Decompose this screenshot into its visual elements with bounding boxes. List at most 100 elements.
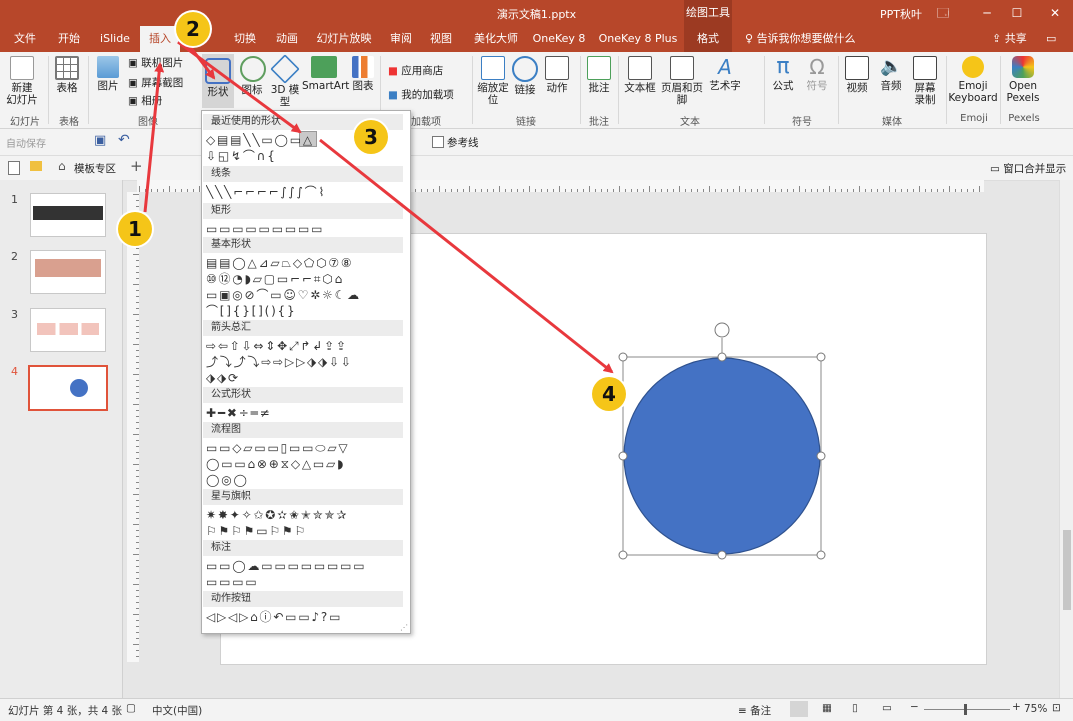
shape-gallery-row[interactable]: ◁▷◁▷⌂ⓘ↶▭▭♪?▭	[206, 610, 402, 624]
tab-2[interactable]: iSlide	[96, 26, 134, 52]
resize-handle[interactable]	[618, 352, 628, 362]
zoom-slider-thumb[interactable]	[964, 704, 967, 715]
audio-button[interactable]: 🔈 音频	[876, 56, 906, 92]
picture-button[interactable]: 图片	[94, 56, 122, 92]
shape-gallery-row[interactable]: ▤▤◯△⊿▱⏢◇⬠⬡⑦⑧	[206, 256, 402, 270]
slide-thumbnail-1[interactable]	[30, 193, 106, 237]
shape-gallery-row[interactable]: ✷✸✦✧✩✪✫✬✭✮✯✰	[206, 508, 402, 522]
textbox-button[interactable]: 文本框	[624, 56, 656, 94]
resize-handle[interactable]	[618, 550, 628, 560]
screenshot-button[interactable]: ▣ 屏幕截图	[128, 76, 183, 90]
3d-model-button[interactable]: 3D 模 型	[270, 54, 300, 108]
tab-12[interactable]: OneKey 8 Plus	[598, 26, 678, 52]
tab-9[interactable]: 视图	[426, 26, 456, 52]
zoom-button[interactable]: 缩放定 位	[476, 56, 510, 106]
fit-slide-icon[interactable]: ⊡	[1052, 702, 1061, 714]
normal-view-icon[interactable]	[790, 701, 808, 717]
wordart-button[interactable]: A 艺术字	[708, 56, 742, 92]
shape-gallery-row[interactable]: ╲╲╲⌐⌐⌐⌐∫∫∫⌒⌇	[206, 185, 402, 199]
shape-gallery-row[interactable]: ⚐⚑⚐⚑▭⚐⚑⚐	[206, 524, 402, 538]
tab-7[interactable]: 幻灯片放映	[314, 26, 374, 52]
resize-handle[interactable]	[717, 550, 727, 560]
scroll-thumb[interactable]	[1063, 530, 1071, 610]
tab-10[interactable]: 美化大师	[470, 26, 522, 52]
rotate-handle-icon[interactable]	[714, 322, 730, 338]
action-button[interactable]: 动作	[544, 56, 570, 94]
my-addins-button[interactable]: ■ 我的加载项	[388, 88, 454, 102]
shape-gallery-row[interactable]: ✚━✖÷═≠	[206, 406, 402, 420]
online-picture-button[interactable]: ▣ 联机图片	[128, 56, 183, 70]
resize-handle[interactable]	[816, 550, 826, 560]
album-button[interactable]: ▣ 相册	[128, 94, 162, 108]
reading-view-icon[interactable]: ▯	[852, 702, 858, 714]
comments-icon[interactable]: ▭	[1046, 26, 1056, 52]
spellcheck-icon[interactable]: ▢	[126, 702, 136, 714]
new-slide-button[interactable]: 新建 幻灯片	[4, 56, 40, 106]
resize-handle[interactable]	[816, 352, 826, 362]
tab-13[interactable]: 格式	[684, 26, 732, 52]
icons-button[interactable]: 图标	[240, 56, 266, 96]
smartart-button[interactable]: SmartArt	[302, 56, 349, 92]
tab-3[interactable]: 插入	[140, 26, 180, 52]
symbol-button[interactable]: Ω 符号	[802, 56, 832, 92]
zoom-out-icon[interactable]: −	[910, 701, 919, 713]
shapes-button[interactable]: 形状	[202, 54, 234, 108]
sorter-view-icon[interactable]: ▦	[822, 702, 832, 714]
zoom-in-icon[interactable]: +	[1012, 701, 1021, 713]
resize-handle[interactable]	[816, 451, 826, 461]
slide-thumbnail-3[interactable]	[30, 308, 106, 352]
maximize-icon[interactable]: ☐	[1002, 2, 1032, 24]
add-tab-icon[interactable]: +	[130, 157, 143, 175]
merge-window-button[interactable]: ▭ 窗口合并显示	[990, 161, 1066, 176]
autosave-label[interactable]: 自动保存	[6, 135, 46, 150]
shape-gallery-row[interactable]: ▭▭◯☁▭▭▭▭▭▭▭▭	[206, 559, 402, 573]
tab-5[interactable]: 切换	[230, 26, 260, 52]
link-button[interactable]: 链接	[512, 56, 538, 96]
shape-gallery-row[interactable]: ⌒[]{}[](){}	[206, 304, 402, 318]
shape-gallery-row[interactable]: ▭▭◇▱▭▭▯▭▭⬭▱▽	[206, 441, 402, 455]
shape-gallery-row[interactable]: ⤴⤵⤴⤵⇨⇨▷▷⬗⬗⇩⇩	[206, 355, 402, 369]
shape-gallery-row[interactable]: ⑩⑫◔◗▱▢▭⌐⌐⌗⬡⌂	[206, 272, 402, 286]
open-pexels-button[interactable]: Open Pexels	[1004, 56, 1042, 104]
slideshow-view-icon[interactable]: ▭	[882, 702, 892, 714]
tab-8[interactable]: 审阅	[386, 26, 416, 52]
slide-thumbnail-4[interactable]	[28, 365, 108, 411]
emoji-keyboard-button[interactable]: Emoji Keyboard	[948, 56, 998, 104]
video-button[interactable]: 视频	[842, 56, 872, 94]
header-footer-button[interactable]: 页眉和页脚	[656, 56, 708, 106]
slide-thumbnail-2[interactable]	[30, 250, 106, 294]
tab-0[interactable]: 文件	[10, 26, 40, 52]
save-icon[interactable]: ▣	[94, 133, 106, 148]
shape-gallery-row[interactable]: ◯◎◯	[206, 473, 402, 487]
tab-6[interactable]: 动画	[272, 26, 302, 52]
table-button[interactable]: 表格	[52, 56, 82, 94]
app-store-button[interactable]: ■ 应用商店	[388, 64, 443, 78]
screen-record-button[interactable]: 屏幕 录制	[910, 56, 940, 106]
zoom-slider[interactable]	[924, 709, 1010, 710]
resize-handle[interactable]	[717, 352, 727, 362]
vertical-scrollbar[interactable]	[1059, 180, 1073, 698]
resize-grip-icon[interactable]: ⋰	[400, 623, 408, 632]
resize-handle[interactable]	[618, 451, 628, 461]
tab-1[interactable]: 开始	[54, 26, 84, 52]
ribbon-display-icon[interactable]: 🗔	[928, 2, 958, 24]
shape-gallery-row[interactable]: ⇨⇦⇧⇩⇔⇕✥⤢↱↲⇪⇪	[206, 339, 402, 353]
zoom-level[interactable]: 75%	[1024, 703, 1047, 715]
minimize-icon[interactable]: ─	[972, 2, 1002, 24]
shape-gallery-row[interactable]: ▭▣◎⊘⌒▭☺♡✲☼☾☁	[206, 288, 402, 302]
user-name[interactable]: PPT秋叶	[880, 6, 922, 22]
new-doc-icon[interactable]	[8, 161, 20, 175]
selected-circle-shape[interactable]	[610, 318, 836, 568]
notes-button[interactable]: ≡ 备注	[738, 703, 771, 718]
folder-icon[interactable]	[30, 161, 42, 171]
blue-circle[interactable]	[623, 357, 821, 555]
close-icon[interactable]: ✕	[1040, 2, 1070, 24]
comment-button[interactable]: 批注	[586, 56, 612, 94]
language-status[interactable]: 中文(中国)	[152, 703, 202, 718]
tell-me-search[interactable]: ♀ 告诉我你想要做什么	[745, 26, 856, 52]
template-zone-tab[interactable]: 模板专区	[74, 161, 116, 176]
undo-icon[interactable]: ↶	[118, 132, 130, 148]
tab-11[interactable]: OneKey 8	[530, 26, 588, 52]
shape-gallery-row[interactable]: ▭▭▭▭▭▭▭▭▭	[206, 222, 402, 236]
shape-gallery-row[interactable]: ◯▭▭⌂⊗⊕⧖◇△▭▱◗	[206, 457, 402, 471]
